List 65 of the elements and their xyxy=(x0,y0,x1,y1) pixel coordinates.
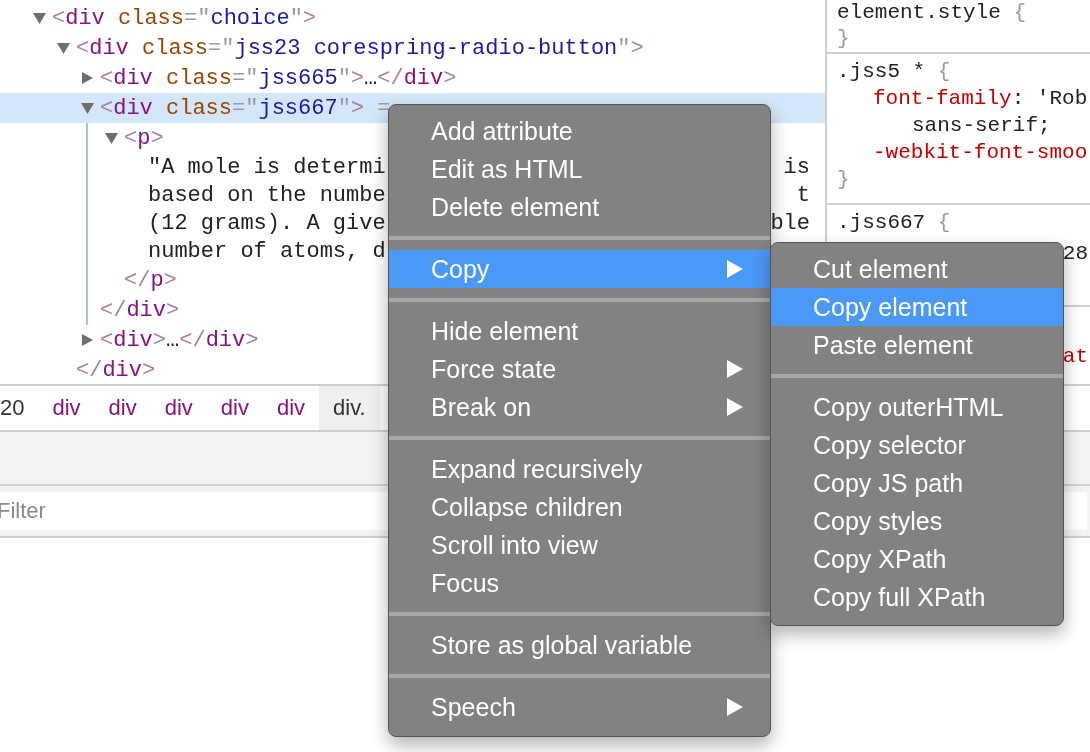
code-line: <div class="jss667"> = xyxy=(100,95,391,121)
code-line: </div> xyxy=(100,297,180,323)
submenu-triangle-icon xyxy=(726,259,744,279)
menu-item[interactable]: Add attribute xyxy=(389,112,770,150)
menu-item[interactable]: Edit as HTML xyxy=(389,150,770,188)
code-line: based on the numbe xyxy=(148,182,386,208)
code-line: <div>…</div> xyxy=(100,327,259,353)
menu-item[interactable]: Copy selector xyxy=(771,426,1063,464)
menu-item[interactable]: Copy element xyxy=(771,288,1063,326)
submenu-triangle-icon xyxy=(726,359,744,379)
css-line: font-family: 'Rob xyxy=(873,86,1088,112)
code-line: <div class="jss665">…</div> xyxy=(100,65,457,91)
menu-item[interactable]: Delete element xyxy=(389,188,770,226)
menu-item[interactable]: Scroll into view xyxy=(389,526,770,564)
menu-item[interactable]: Break on xyxy=(389,388,770,426)
code-line: t xyxy=(796,182,811,208)
css-line: sans-serif; xyxy=(912,113,1051,139)
code-line: "A mole is determi xyxy=(148,154,386,180)
breadcrumb-item[interactable]: div xyxy=(38,386,95,430)
menu-item[interactable]: Copy outerHTML xyxy=(771,388,1063,426)
menu-item[interactable]: Copy XPath xyxy=(771,540,1063,578)
code-line: </div> xyxy=(76,357,156,383)
menu-item[interactable]: Expand recursively xyxy=(389,450,770,488)
breadcrumb-item[interactable]: div xyxy=(206,386,263,430)
breadcrumb-item[interactable]: 20 xyxy=(0,386,39,430)
code-line: (12 grams). A give xyxy=(148,210,386,236)
breadcrumb-item[interactable]: div. xyxy=(319,386,380,430)
css-line: } xyxy=(837,167,850,193)
breadcrumb-item[interactable]: div xyxy=(150,386,207,430)
menu-item[interactable]: Paste element xyxy=(771,326,1063,364)
menu-item[interactable]: Speech xyxy=(389,688,770,726)
breadcrumb-item[interactable]: div xyxy=(94,386,151,430)
css-line: at xyxy=(1062,344,1088,370)
menu-item[interactable]: Cut element xyxy=(771,250,1063,288)
css-line: } xyxy=(837,26,850,52)
menu-item[interactable]: Collapse children xyxy=(389,488,770,526)
code-line: </p> xyxy=(124,267,177,293)
menu-item[interactable]: Hide element xyxy=(389,312,770,350)
css-line: -webkit-font-smoo xyxy=(873,140,1088,166)
code-line: is xyxy=(783,154,811,180)
menu-item[interactable]: Copy full XPath xyxy=(771,578,1063,616)
triangle-right-icon[interactable] xyxy=(81,72,94,84)
triangle-down-icon[interactable] xyxy=(33,12,46,24)
css-line: .jss5 * { xyxy=(837,59,951,85)
code-line: <p> xyxy=(124,125,164,151)
code-line: number of atoms, d xyxy=(148,238,386,264)
triangle-down-icon[interactable] xyxy=(105,132,118,144)
triangle-right-icon[interactable] xyxy=(81,334,94,346)
menu-item[interactable]: Focus xyxy=(389,564,770,602)
submenu-triangle-icon xyxy=(726,397,744,417)
css-line: .jss667 { xyxy=(837,210,951,236)
css-line: 28 xyxy=(1062,241,1088,267)
menu-item[interactable]: Copy styles xyxy=(771,502,1063,540)
css-line: element.style { xyxy=(837,0,1027,26)
submenu-triangle-icon xyxy=(726,697,744,717)
breadcrumb-item[interactable]: div xyxy=(263,386,320,430)
code-line: <div class="choice"> xyxy=(52,5,317,31)
menu-item[interactable]: Store as global variable xyxy=(389,626,770,664)
code-line: ble xyxy=(770,210,811,236)
menu-item[interactable]: Force state xyxy=(389,350,770,388)
triangle-down-icon[interactable] xyxy=(81,102,94,114)
menu-item[interactable]: Copy xyxy=(389,250,770,288)
code-line: <div class="jss23 corespring-radio-button"> xyxy=(76,35,644,61)
triangle-down-icon[interactable] xyxy=(57,42,70,54)
menu-item[interactable]: Copy JS path xyxy=(771,464,1063,502)
